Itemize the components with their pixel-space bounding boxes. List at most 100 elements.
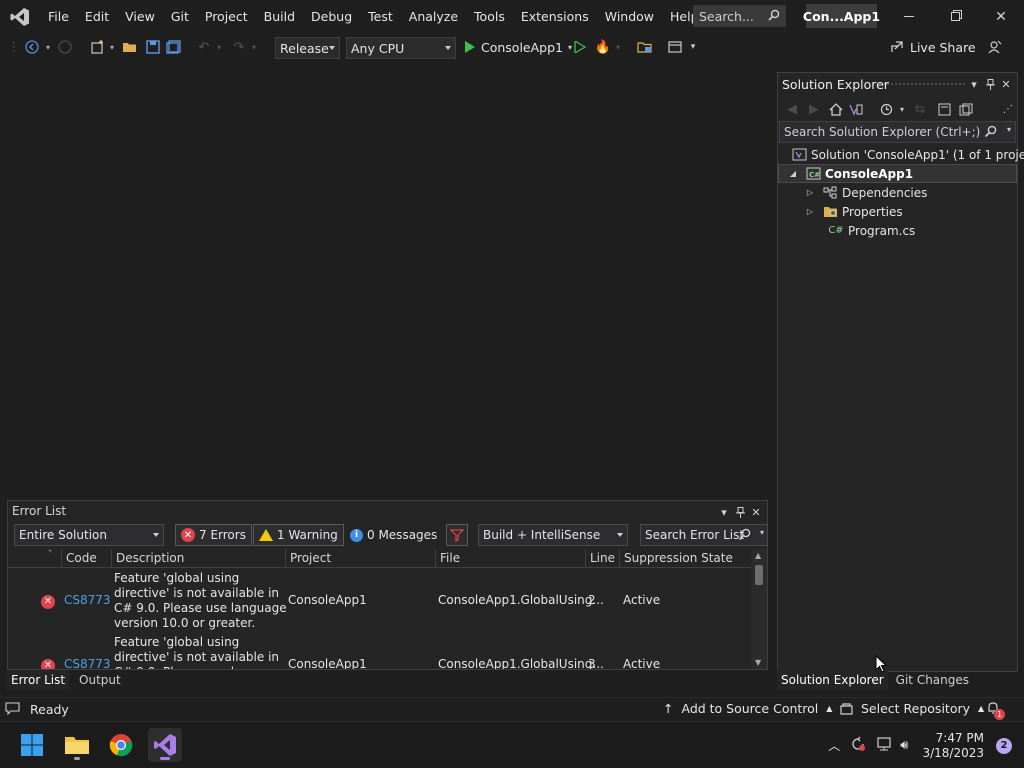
window-layout-icon[interactable] bbox=[666, 37, 684, 57]
hot-reload-dropdown-icon[interactable]: ▾ bbox=[614, 37, 622, 57]
column-suppression-state[interactable]: Suppression State bbox=[619, 549, 744, 568]
restore-button[interactable] bbox=[932, 0, 978, 33]
collapsed-arrow-icon[interactable]: ▷ bbox=[804, 207, 816, 216]
tray-overflow-icon[interactable]: ︿ bbox=[828, 737, 840, 754]
live-share-button[interactable]: Live Share bbox=[890, 37, 976, 57]
volume-icon[interactable]: 🔊︎ bbox=[900, 738, 908, 753]
select-repository-button[interactable]: Select Repository ▲ bbox=[840, 701, 984, 716]
menu-git[interactable]: Git bbox=[163, 0, 197, 33]
panel-grip[interactable] bbox=[878, 82, 965, 86]
menu-build[interactable]: Build bbox=[256, 0, 303, 33]
tab-output[interactable]: Output bbox=[75, 670, 125, 690]
column-line[interactable]: Line bbox=[585, 549, 619, 568]
save-icon[interactable] bbox=[143, 37, 163, 57]
start-debugging-button[interactable]: ConsoleApp1 ▾ bbox=[464, 37, 572, 57]
start-button[interactable] bbox=[15, 728, 49, 762]
tree-item-properties[interactable]: ▷ Properties bbox=[778, 202, 1017, 221]
scroll-up-icon[interactable]: ▲ bbox=[755, 551, 761, 560]
menu-view[interactable]: View bbox=[117, 0, 163, 33]
tab-git-changes[interactable]: Git Changes bbox=[892, 670, 973, 690]
scroll-down-icon[interactable]: ▼ bbox=[755, 658, 761, 667]
redo-icon[interactable]: ↷ bbox=[230, 37, 248, 57]
tab-solution-explorer[interactable]: Solution Explorer bbox=[777, 670, 888, 690]
scrollbar-thumb[interactable] bbox=[755, 565, 763, 585]
solution-name-badge[interactable]: Con...App1 bbox=[803, 4, 880, 28]
menu-debug[interactable]: Debug bbox=[303, 0, 360, 33]
show-all-files-icon[interactable] bbox=[958, 99, 974, 119]
project-node[interactable]: ◢ C# ConsoleApp1 bbox=[778, 164, 1017, 183]
configuration-dropdown[interactable]: Release bbox=[275, 37, 340, 59]
table-row[interactable]: ✕ CS8773 Feature 'global using directive… bbox=[8, 569, 752, 633]
scope-dropdown[interactable]: Entire Solution bbox=[14, 524, 164, 546]
pin-icon[interactable] bbox=[983, 76, 997, 92]
collapsed-arrow-icon[interactable]: ▷ bbox=[804, 188, 816, 197]
platform-dropdown[interactable]: Any CPU bbox=[346, 37, 456, 59]
update-icon[interactable] bbox=[850, 736, 866, 755]
panel-menu-icon[interactable]: ▾ bbox=[717, 504, 731, 520]
home-icon[interactable] bbox=[828, 99, 844, 119]
error-list-scrollbar[interactable]: ▲ ▼ bbox=[751, 549, 767, 669]
errors-filter-button[interactable]: ✕ 7 Errors bbox=[175, 524, 252, 546]
file-explorer-taskbar-button[interactable] bbox=[60, 728, 94, 762]
editor-area[interactable] bbox=[0, 62, 776, 498]
global-search-box[interactable]: Search... bbox=[693, 5, 786, 27]
menu-file[interactable]: File bbox=[40, 0, 77, 33]
panel-menu-icon[interactable]: ▾ bbox=[967, 76, 981, 92]
navigate-forward-icon[interactable] bbox=[56, 37, 74, 57]
undo-dropdown-icon[interactable]: ▾ bbox=[215, 37, 223, 57]
menu-test[interactable]: Test bbox=[360, 0, 401, 33]
search-options-icon[interactable]: ▾ bbox=[760, 528, 764, 537]
new-project-dropdown-icon[interactable]: ▾ bbox=[108, 37, 116, 57]
error-list-search-input[interactable]: Search Error List ▾ bbox=[640, 524, 768, 546]
open-folder-icon[interactable] bbox=[120, 37, 140, 57]
table-row[interactable]: ✕ CS8773 Feature 'global using directive… bbox=[8, 633, 752, 669]
column-project[interactable]: Project bbox=[285, 549, 435, 568]
error-code-link[interactable]: CS8773 bbox=[64, 593, 111, 608]
navigate-back-icon[interactable] bbox=[22, 37, 42, 57]
network-icon[interactable] bbox=[876, 737, 892, 754]
close-window-button[interactable]: ✕ bbox=[978, 0, 1024, 33]
menu-project[interactable]: Project bbox=[197, 0, 256, 33]
more-options-icon[interactable]: ⋰ bbox=[1002, 99, 1014, 119]
pin-icon[interactable] bbox=[733, 504, 747, 520]
toolbar-overflow-icon[interactable]: ▾ bbox=[688, 37, 698, 57]
tab-error-list[interactable]: Error List bbox=[7, 670, 70, 690]
back-icon[interactable]: ◀ bbox=[784, 99, 800, 119]
pending-changes-icon[interactable] bbox=[878, 99, 894, 119]
chrome-taskbar-button[interactable] bbox=[104, 728, 138, 762]
column-description[interactable]: Description bbox=[111, 549, 285, 568]
notifications-button[interactable]: 1 bbox=[986, 701, 1008, 720]
hot-reload-icon[interactable]: 🔥 bbox=[594, 37, 612, 57]
close-icon[interactable]: ✕ bbox=[999, 76, 1013, 92]
sync-icon[interactable]: ⇆ bbox=[912, 99, 928, 119]
column-file[interactable]: File bbox=[435, 549, 585, 568]
menu-edit[interactable]: Edit bbox=[77, 0, 117, 33]
column-code[interactable]: Code bbox=[61, 549, 111, 568]
warnings-filter-button[interactable]: 1 Warning bbox=[253, 524, 344, 546]
expanded-arrow-icon[interactable]: ◢ bbox=[787, 169, 799, 178]
visual-studio-taskbar-button[interactable] bbox=[148, 728, 182, 762]
solution-folder-icon[interactable] bbox=[636, 37, 654, 57]
tree-item-dependencies[interactable]: ▷ Dependencies bbox=[778, 183, 1017, 202]
close-icon[interactable]: ✕ bbox=[749, 504, 763, 520]
navigate-back-dropdown-icon[interactable]: ▾ bbox=[44, 37, 52, 57]
collapse-all-icon[interactable] bbox=[936, 99, 952, 119]
new-project-icon[interactable] bbox=[88, 37, 108, 57]
menu-window[interactable]: Window bbox=[597, 0, 662, 33]
column-severity[interactable]: ⌝ bbox=[8, 549, 61, 568]
error-code-link[interactable]: CS8773 bbox=[64, 657, 111, 669]
menu-analyze[interactable]: Analyze bbox=[401, 0, 466, 33]
menu-extensions[interactable]: Extensions bbox=[513, 0, 597, 33]
solution-node[interactable]: Solution 'ConsoleApp1' (1 of 1 project) bbox=[778, 145, 1024, 164]
filter-button[interactable] bbox=[446, 524, 468, 546]
solution-explorer-search-input[interactable]: Search Solution Explorer (Ctrl+;) ▾ bbox=[779, 121, 1016, 143]
add-to-source-control-button[interactable]: ↑ Add to Source Control ▲ bbox=[663, 701, 832, 716]
forward-icon[interactable]: ▶ bbox=[806, 99, 822, 119]
clock[interactable]: 7:47 PM 3/18/2023 bbox=[922, 731, 984, 761]
notification-center-badge[interactable]: 2 bbox=[996, 737, 1012, 754]
undo-icon[interactable]: ↶ bbox=[195, 37, 213, 57]
start-without-debugging-icon[interactable] bbox=[572, 37, 588, 57]
build-source-dropdown[interactable]: Build + IntelliSense bbox=[478, 524, 628, 546]
redo-dropdown-icon[interactable]: ▾ bbox=[250, 37, 258, 57]
menu-tools[interactable]: Tools bbox=[466, 0, 513, 33]
